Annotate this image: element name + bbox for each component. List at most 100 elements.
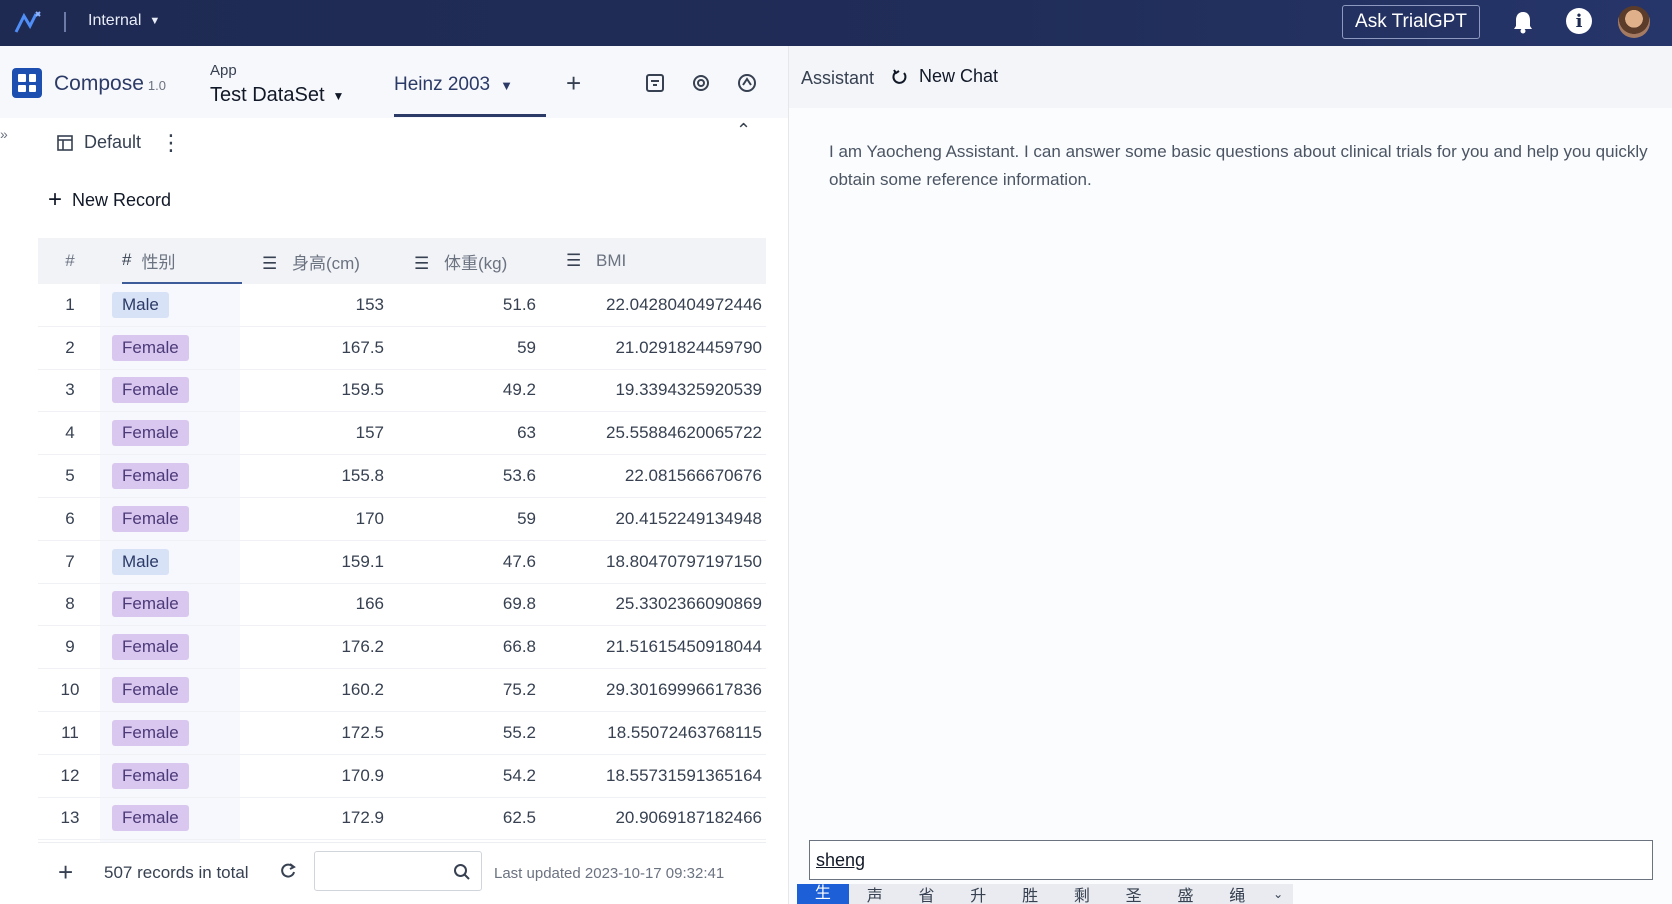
- refresh-icon[interactable]: [278, 861, 298, 881]
- cell-weight[interactable]: 63: [394, 423, 546, 443]
- cell-weight[interactable]: 75.2: [394, 680, 546, 700]
- table-row[interactable]: 13 Female 172.9 62.5 20.9069187182466: [38, 798, 766, 841]
- cell-height[interactable]: 170: [242, 509, 394, 529]
- cell-sex[interactable]: Female: [102, 505, 242, 532]
- search-icon[interactable]: [453, 863, 471, 881]
- cell-height[interactable]: 172.9: [242, 808, 394, 828]
- table-row[interactable]: 6 Female 170 59 20.4152249134948: [38, 498, 766, 541]
- ime-candidate[interactable]: 胜: [1004, 884, 1056, 904]
- table-row[interactable]: 2 Female 167.5 59 21.0291824459790: [38, 327, 766, 370]
- chat-input-field[interactable]: [810, 841, 1652, 879]
- add-row-button[interactable]: +: [58, 857, 73, 888]
- cell-sex[interactable]: Female: [102, 805, 242, 832]
- cell-height[interactable]: 167.5: [242, 338, 394, 358]
- cell-weight[interactable]: 53.6: [394, 466, 546, 486]
- table-row[interactable]: 7 Male 159.1 47.6 18.80470797197150: [38, 541, 766, 584]
- cell-bmi[interactable]: 29.30169996617836: [546, 680, 766, 700]
- cell-bmi[interactable]: 18.80470797197150: [546, 552, 766, 572]
- cell-sex[interactable]: Female: [102, 420, 242, 447]
- table-row[interactable]: 12 Female 170.9 54.2 18.55731591365164: [38, 755, 766, 798]
- cell-height[interactable]: 159.1: [242, 552, 394, 572]
- column-header-weight[interactable]: ☰ 体重(kg): [394, 249, 546, 274]
- tab-heinz-2003[interactable]: Heinz 2003 ▼: [394, 74, 513, 96]
- cell-weight[interactable]: 55.2: [394, 723, 546, 743]
- app-logo-icon[interactable]: [14, 8, 44, 36]
- cell-bmi[interactable]: 21.51615450918044: [546, 637, 766, 657]
- cell-bmi[interactable]: 18.55731591365164: [546, 766, 766, 786]
- cell-sex[interactable]: Female: [102, 591, 242, 618]
- cell-weight[interactable]: 59: [394, 509, 546, 529]
- cell-height[interactable]: 160.2: [242, 680, 394, 700]
- table-search-input[interactable]: [314, 851, 482, 891]
- table-row[interactable]: 1 Male 153 51.6 22.04280404972446: [38, 284, 766, 327]
- avatar[interactable]: [1618, 6, 1650, 38]
- ime-candidate[interactable]: 升: [952, 884, 1004, 904]
- cell-bmi[interactable]: 20.4152249134948: [546, 509, 766, 529]
- cell-sex[interactable]: Female: [102, 463, 242, 490]
- chevron-down-icon[interactable]: ⌄: [1263, 887, 1293, 901]
- cell-weight[interactable]: 69.8: [394, 594, 546, 614]
- ime-candidate[interactable]: 绳: [1211, 884, 1263, 904]
- column-header-sex[interactable]: # 性别: [102, 238, 242, 284]
- ime-candidate[interactable]: 盛: [1160, 884, 1212, 904]
- collapse-header-icon[interactable]: ⌃: [736, 120, 751, 141]
- column-header-height[interactable]: ☰ 身高(cm): [242, 249, 394, 274]
- view-selector[interactable]: Default: [56, 132, 141, 153]
- environment-selector[interactable]: Internal ▼: [88, 12, 160, 30]
- cell-bmi[interactable]: 25.5588462006572​2: [546, 423, 766, 443]
- column-header-bmi[interactable]: ☰ BMI: [546, 251, 766, 271]
- table-row[interactable]: 5 Female 155.8 53.6 22.081566670676: [38, 455, 766, 498]
- assistant-icon[interactable]: [736, 72, 758, 94]
- cell-weight[interactable]: 49.2: [394, 380, 546, 400]
- cell-weight[interactable]: 66.8: [394, 637, 546, 657]
- cell-height[interactable]: 166: [242, 594, 394, 614]
- cell-bmi[interactable]: 25.3302366090869: [546, 594, 766, 614]
- cell-bmi[interactable]: 22.04280404972446: [546, 295, 766, 315]
- cell-height[interactable]: 172.5: [242, 723, 394, 743]
- ime-candidate[interactable]: 声: [849, 884, 901, 904]
- table-row[interactable]: 11 Female 172.5 55.2 18.55072463768115: [38, 712, 766, 755]
- table-row[interactable]: 10 Female 160.2 75.2 29.30169996617836: [38, 669, 766, 712]
- table-row[interactable]: 8 Female 166 69.8 25.3302366090869: [38, 584, 766, 627]
- settings-icon[interactable]: [690, 72, 712, 94]
- cell-height[interactable]: 155.8: [242, 466, 394, 486]
- cell-bmi[interactable]: 21.0291824459790: [546, 338, 766, 358]
- cell-sex[interactable]: Female: [102, 719, 242, 746]
- form-icon[interactable]: [644, 72, 666, 94]
- expand-sidebar-icon[interactable]: »: [0, 126, 8, 142]
- cell-sex[interactable]: Female: [102, 762, 242, 789]
- ime-candidate[interactable]: 省: [901, 884, 953, 904]
- ask-trialgpt-button[interactable]: Ask TrialGPT: [1342, 5, 1480, 39]
- new-chat-button[interactable]: New Chat: [891, 66, 998, 87]
- info-icon[interactable]: i: [1566, 8, 1592, 34]
- table-row[interactable]: 4 Female 157 63 25.5588462006572​2: [38, 412, 766, 456]
- cell-sex[interactable]: Female: [102, 377, 242, 404]
- table-row[interactable]: 3 Female 159.5 49.2 19.3394325920539: [38, 370, 766, 413]
- cell-sex[interactable]: Female: [102, 334, 242, 361]
- cell-bmi[interactable]: 19.3394325920539: [546, 380, 766, 400]
- more-options-icon[interactable]: ⋮: [160, 130, 182, 156]
- ime-candidate[interactable]: 剩: [1056, 884, 1108, 904]
- cell-height[interactable]: 170.9: [242, 766, 394, 786]
- cell-bmi[interactable]: 20.9069187182466: [546, 808, 766, 828]
- cell-bmi[interactable]: 18.55072463768115: [546, 723, 766, 743]
- table-row[interactable]: 9 Female 176.2 66.8 21.51615450918044: [38, 626, 766, 670]
- cell-weight[interactable]: 51.6: [394, 295, 546, 315]
- chat-input[interactable]: [809, 840, 1653, 880]
- cell-weight[interactable]: 54.2: [394, 766, 546, 786]
- cell-bmi[interactable]: 22.081566670676: [546, 466, 766, 486]
- column-header-index[interactable]: #: [38, 251, 102, 271]
- cell-weight[interactable]: 62.5: [394, 808, 546, 828]
- bell-icon[interactable]: [1512, 10, 1534, 34]
- cell-height[interactable]: 157: [242, 423, 394, 443]
- add-tab-button[interactable]: +: [566, 68, 581, 99]
- ime-candidate[interactable]: 生: [797, 884, 849, 904]
- ime-candidate[interactable]: 圣: [1108, 884, 1160, 904]
- cell-weight[interactable]: 59: [394, 338, 546, 358]
- cell-sex[interactable]: Female: [102, 634, 242, 661]
- cell-height[interactable]: 159.5: [242, 380, 394, 400]
- cell-sex[interactable]: Female: [102, 677, 242, 704]
- cell-height[interactable]: 176.2: [242, 637, 394, 657]
- new-record-button[interactable]: + New Record: [48, 186, 171, 214]
- compose-logo-icon[interactable]: [12, 68, 42, 98]
